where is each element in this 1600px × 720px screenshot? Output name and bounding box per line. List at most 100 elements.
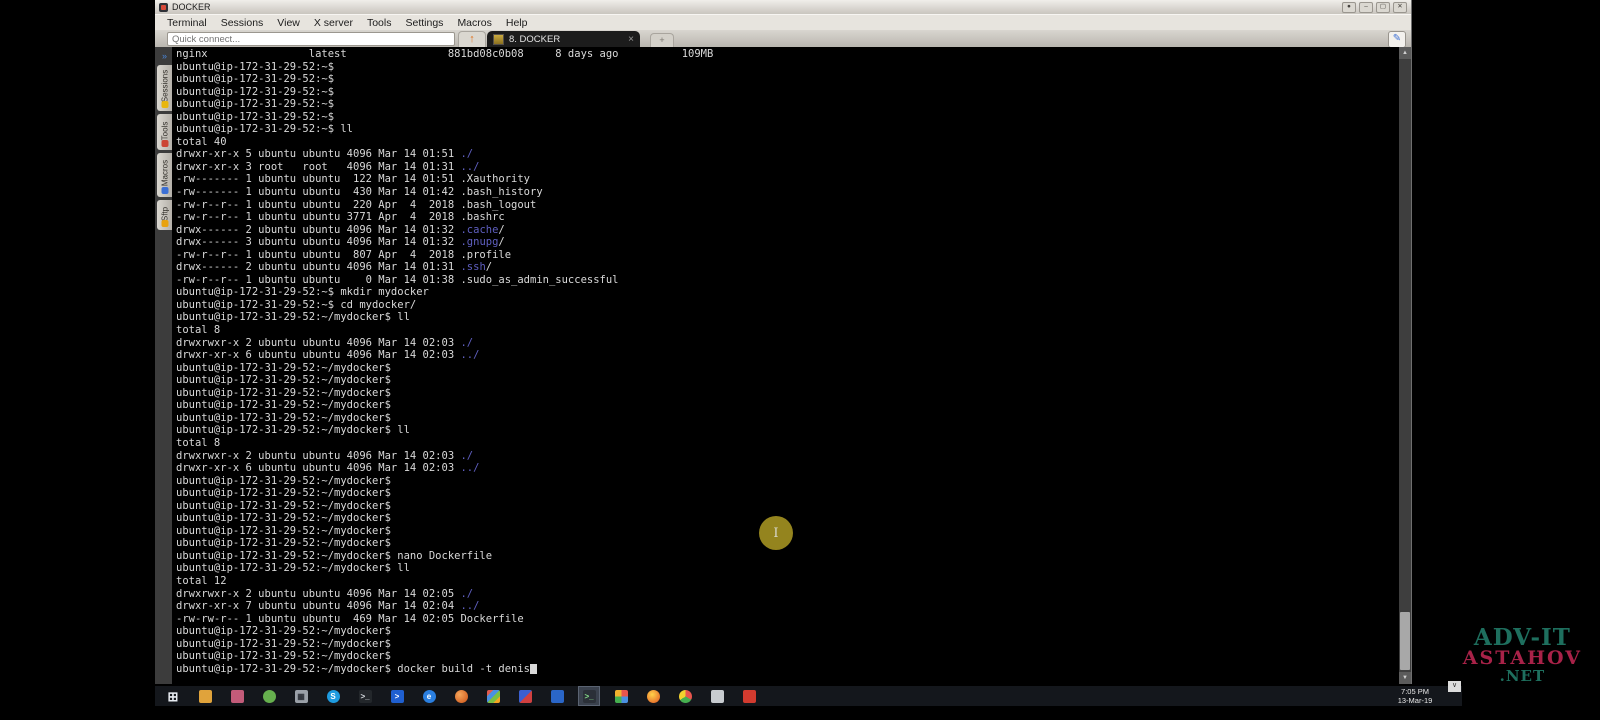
terminal-line: ubuntu@ip-172-31-29-52:~/mydocker$: [176, 399, 391, 412]
close-button[interactable]: ✕: [1393, 1, 1407, 13]
tab-docker[interactable]: 8. DOCKER ×: [487, 31, 640, 48]
scroll-up-icon[interactable]: ▲: [1399, 47, 1411, 59]
new-tab-button[interactable]: +: [650, 33, 674, 48]
terminal-line: ubuntu@ip-172-31-29-52:~/mydocker$: [176, 637, 391, 650]
skype-icon[interactable]: S: [323, 687, 343, 705]
edit-pencil-icon[interactable]: ✎: [1388, 31, 1406, 48]
sidebar-tab-sessions[interactable]: Sessions: [157, 65, 172, 111]
terminal-line: drwxrwxr-x 2 ubuntu ubuntu 4096 Mar 14 0…: [176, 336, 474, 349]
terminal-line: ubuntu@ip-172-31-29-52:~$: [176, 85, 335, 98]
sidebar-tab-label: Sftp: [160, 206, 169, 221]
menu-item-view[interactable]: View: [270, 17, 307, 29]
terminal-scrollbar[interactable]: ▲ ▼: [1399, 47, 1411, 684]
photo-viewer-icon[interactable]: [227, 687, 247, 705]
terminal-line: ubuntu@ip-172-31-29-52:~/mydocker$: [176, 499, 391, 512]
star-icon: [161, 101, 168, 108]
terminal-area[interactable]: nginx latest 881bd08c0b08 8 days ago 109…: [172, 47, 1411, 684]
menu-item-settings[interactable]: Settings: [398, 17, 450, 29]
start-button[interactable]: ⊞: [163, 687, 183, 705]
terminal-line: -rw-r--r-- 1 ubuntu ubuntu 220 Apr 4 201…: [176, 198, 537, 211]
scroll-down-icon[interactable]: ▼: [1399, 672, 1411, 684]
terminal-line: -rw------- 1 ubuntu ubuntu 122 Mar 14 01…: [176, 173, 531, 186]
sidebar-tab-tools[interactable]: Tools: [157, 114, 172, 150]
visual-app-icon[interactable]: [515, 687, 535, 705]
terminal-line: ubuntu@ip-172-31-29-52:~/mydocker$: [176, 537, 391, 550]
terminal-line: drwx------ 2 ubuntu ubuntu 4096 Mar 14 0…: [176, 223, 505, 236]
terminal-line: drwxrwxr-x 2 ubuntu ubuntu 4096 Mar 14 0…: [176, 449, 474, 462]
document-app-glyph: [550, 689, 564, 703]
terminal-line: ubuntu@ip-172-31-29-52:~/mydocker$: [176, 361, 391, 374]
internet-explorer-icon[interactable]: e: [419, 687, 439, 705]
skype-glyph: S: [326, 689, 340, 703]
mobaxterm-icon[interactable]: >_: [578, 686, 600, 706]
file-explorer-glyph: [198, 689, 212, 703]
watermark-line1: ADV-IT: [1473, 624, 1571, 651]
pin-button[interactable]: ●: [1342, 1, 1356, 13]
powershell-icon[interactable]: >: [387, 687, 407, 705]
directory-name: ./: [460, 336, 474, 349]
terminal-line: ubuntu@ip-172-31-29-52:~$ cd mydocker/: [176, 298, 417, 311]
maximize-button[interactable]: ▢: [1376, 1, 1390, 13]
directory-name: .cache: [460, 223, 499, 236]
terminal-line: -rw-r--r-- 1 ubuntu ubuntu 0 Mar 14 01:3…: [176, 273, 619, 286]
terminal-line: drwxr-xr-x 5 ubuntu ubuntu 4096 Mar 14 0…: [176, 148, 474, 161]
photos-app-icon[interactable]: [483, 687, 503, 705]
terminal-line: total 8: [176, 324, 221, 337]
document-app-icon[interactable]: [547, 687, 567, 705]
tab-close-icon[interactable]: ×: [628, 34, 634, 45]
terminal-line: drwxr-xr-x 6 ubuntu ubuntu 4096 Mar 14 0…: [176, 462, 480, 475]
calculator-icon[interactable]: ▦: [291, 687, 311, 705]
directory-name: ../: [460, 600, 480, 613]
menu-item-terminal[interactable]: Terminal: [160, 17, 214, 29]
green-globe-app-icon[interactable]: [259, 687, 279, 705]
sidebar-collapse-icon[interactable]: »: [157, 49, 172, 65]
menu-item-help[interactable]: Help: [499, 17, 535, 29]
directory-name: ./: [460, 587, 474, 600]
terminal-line: ubuntu@ip-172-31-29-52:~$: [176, 60, 335, 73]
terminal-line: ubuntu@ip-172-31-29-52:~/mydocker$ ll: [176, 562, 410, 575]
menu-item-macros[interactable]: Macros: [450, 17, 498, 29]
recorder-glyph: [742, 689, 756, 703]
window-content: » Sessions Tools Macros Sftp nginx latest 8…: [155, 47, 1411, 684]
toolbar: ↑ 8. DOCKER × + ✎: [155, 30, 1411, 48]
terminal-line: ubuntu@ip-172-31-29-52:~/mydocker$ nano …: [176, 549, 493, 562]
visual-app-glyph: [518, 689, 532, 703]
menu-item-x-server[interactable]: X server: [307, 17, 360, 29]
green-globe-app-glyph: [262, 689, 276, 703]
firefox-glyph: [646, 689, 660, 703]
recorder-icon[interactable]: [739, 687, 759, 705]
menu-item-tools[interactable]: Tools: [360, 17, 399, 29]
text-cursor-icon: I: [773, 525, 779, 541]
sidebar-tab-sftp[interactable]: Sftp: [157, 200, 172, 230]
terminal-line: ubuntu@ip-172-31-29-52:~$ ll: [176, 123, 354, 136]
file-explorer-icon[interactable]: [195, 687, 215, 705]
firefox-icon[interactable]: [643, 687, 663, 705]
photo-viewer-glyph: [230, 689, 244, 703]
watermark-line3: .NET: [1499, 666, 1546, 685]
window-controls: ● – ▢ ✕: [1342, 1, 1407, 13]
powershell-glyph: >: [390, 689, 404, 703]
cmd-icon[interactable]: >_: [355, 687, 375, 705]
windows-taskbar: ⊞ ▦ S >_ > e >_ ∨ 7:05 PM 13-Mar-19: [155, 681, 1462, 706]
mouse-cursor-highlight: I: [759, 516, 793, 550]
scrollbar-thumb[interactable]: [1400, 612, 1410, 670]
title-bar: DOCKER ● – ▢ ✕: [155, 0, 1411, 14]
notepad-icon[interactable]: [707, 687, 727, 705]
taskbar-clock[interactable]: 7:05 PM 13-Mar-19: [1380, 687, 1450, 705]
minimize-button[interactable]: –: [1359, 1, 1373, 13]
cmd-glyph: >_: [358, 689, 372, 703]
terminal-line: ubuntu@ip-172-31-29-52:~/mydocker$: [176, 487, 391, 500]
menu-item-sessions[interactable]: Sessions: [214, 17, 271, 29]
sidebar-tab-macros[interactable]: Macros: [157, 153, 172, 197]
terminal-line: nginx latest 881bd08c0b08 8 days ago 109…: [176, 48, 714, 60]
office-grid-icon[interactable]: [611, 687, 631, 705]
chrome-icon[interactable]: [675, 687, 695, 705]
terminal-line: ubuntu@ip-172-31-29-52:~/mydocker$: [176, 524, 391, 537]
office-grid-glyph: [614, 689, 628, 703]
quick-connect-input[interactable]: [167, 32, 455, 46]
terminal-line: ubuntu@ip-172-31-29-52:~/mydocker$: [176, 512, 391, 525]
upload-arrow-button[interactable]: ↑: [458, 31, 486, 48]
terminal-line: ubuntu@ip-172-31-29-52:~/mydocker$: [176, 625, 391, 638]
firefox-sphere-icon[interactable]: [451, 687, 471, 705]
terminal-line: ubuntu@ip-172-31-29-52:~/mydocker$: [176, 411, 391, 424]
